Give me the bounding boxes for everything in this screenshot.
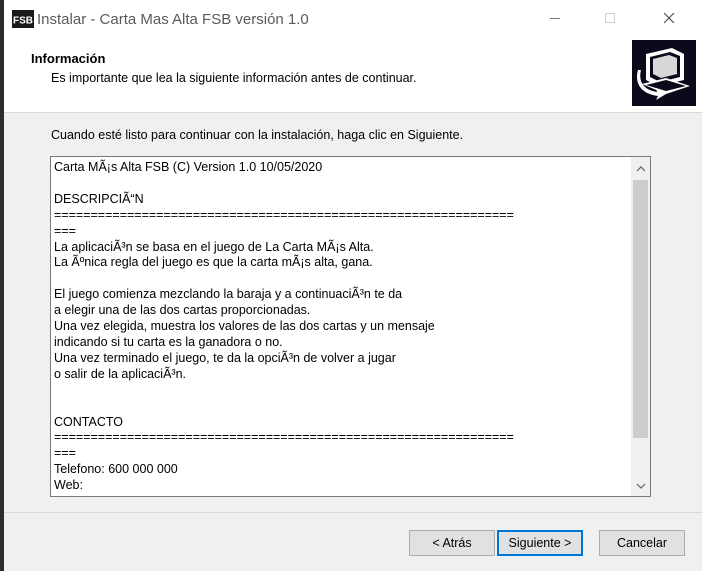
cancel-button[interactable]: Cancelar — [599, 530, 685, 556]
close-button[interactable] — [646, 0, 692, 38]
minimize-icon — [549, 12, 561, 27]
next-button[interactable]: Siguiente > — [497, 530, 583, 556]
scroll-down-button[interactable] — [631, 474, 650, 496]
maximize-icon — [604, 12, 616, 27]
page-subtitle: Es importante que lea la siguiente infor… — [51, 71, 417, 85]
scroll-up-button[interactable] — [631, 157, 650, 179]
vertical-scrollbar[interactable] — [631, 157, 650, 496]
footer-separator — [4, 512, 702, 513]
memo-text[interactable]: Carta MÃ¡s Alta FSB (C) Version 1.0 10/0… — [54, 160, 632, 494]
wizard-header: Información Es importante que lea la sig… — [4, 38, 702, 113]
maximize-button[interactable] — [587, 0, 633, 38]
chevron-up-icon — [636, 161, 646, 175]
scroll-thumb[interactable] — [633, 180, 648, 438]
page-title: Información — [31, 51, 106, 66]
chevron-down-icon — [636, 478, 646, 492]
svg-text:FSB: FSB — [13, 16, 33, 27]
installer-window: FSB Instalar - Carta Mas Alta FSB versió… — [4, 0, 702, 571]
info-memo[interactable]: Carta MÃ¡s Alta FSB (C) Version 1.0 10/0… — [50, 156, 651, 497]
fsb-logo-icon: FSB — [12, 10, 34, 28]
minimize-button[interactable] — [532, 0, 578, 38]
back-button[interactable]: < Atrás — [409, 530, 495, 556]
window-title: Instalar - Carta Mas Alta FSB versión 1.… — [37, 11, 309, 28]
installer-computer-icon — [632, 40, 696, 106]
close-icon — [663, 12, 675, 27]
title-bar[interactable]: FSB Instalar - Carta Mas Alta FSB versió… — [4, 0, 702, 38]
intro-text: Cuando esté listo para continuar con la … — [51, 128, 464, 142]
